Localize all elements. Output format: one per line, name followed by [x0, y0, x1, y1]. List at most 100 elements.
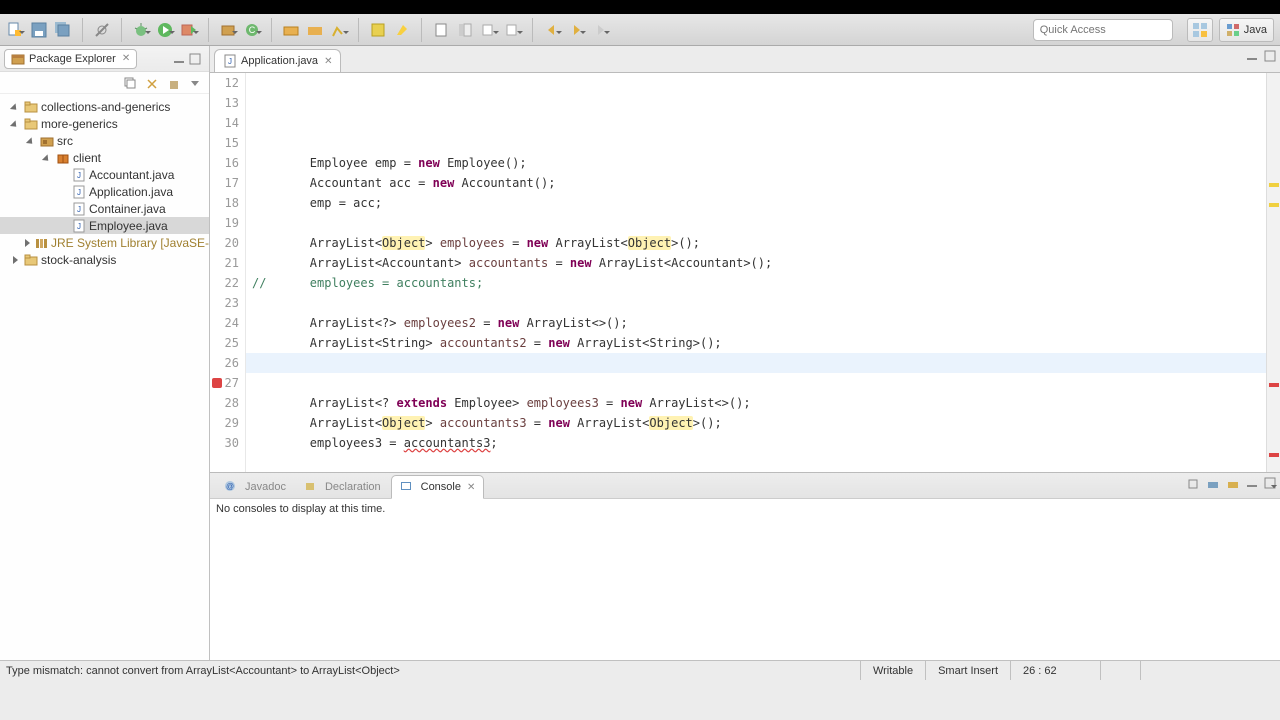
overview-mark[interactable] [1269, 383, 1279, 387]
tree-item[interactable]: more-generics [0, 115, 209, 132]
status-position: 26 : 62 [1010, 661, 1100, 680]
javadoc-icon: @ [224, 480, 238, 494]
filter-icon[interactable] [167, 76, 181, 90]
toggle-icon[interactable] [12, 119, 22, 129]
view-menu-icon[interactable] [189, 77, 201, 89]
code-line: Employee emp = new Employee(); [252, 153, 1280, 173]
status-bar: Type mismatch: cannot convert from Array… [0, 660, 1280, 680]
toolbar-separator [82, 18, 83, 42]
overview-ruler[interactable] [1266, 73, 1280, 472]
tree-item[interactable]: JRE System Library [JavaSE- [0, 234, 209, 251]
quick-access [1033, 19, 1173, 41]
view-controls [169, 53, 205, 65]
display-console-icon[interactable] [1206, 477, 1220, 491]
open-task-button[interactable] [306, 21, 324, 39]
code-area[interactable]: Employee emp = new Employee(); Accountan… [246, 73, 1280, 472]
maximize-icon[interactable] [189, 53, 201, 65]
minimize-icon[interactable] [173, 53, 185, 65]
minimize-icon[interactable] [1246, 477, 1258, 491]
tree-item-label: stock-analysis [41, 253, 116, 267]
nav-dropdown-2[interactable] [504, 21, 522, 39]
highlight-button[interactable] [393, 21, 411, 39]
maximize-icon[interactable] [1264, 477, 1276, 491]
toolbar-separator [358, 18, 359, 42]
line-number: 18 [210, 193, 239, 213]
pin-console-icon[interactable] [1186, 477, 1200, 491]
debug-button[interactable] [132, 21, 150, 39]
status-insert: Smart Insert [925, 661, 1010, 680]
toggle-breadcrumb-button[interactable] [456, 21, 474, 39]
status-branding [1140, 661, 1280, 680]
code-line [252, 213, 1280, 233]
overview-mark[interactable] [1269, 453, 1279, 457]
run-external-button[interactable] [180, 21, 198, 39]
code-line: ArrayList<?> employees2 = new ArrayList<… [252, 313, 1280, 333]
nav-dropdown-1[interactable] [480, 21, 498, 39]
line-number-gutter[interactable]: 12131415161718192021222324252627282930 [210, 73, 246, 472]
open-type-button[interactable] [282, 21, 300, 39]
bottom-tab-bar: @JavadocDeclarationConsole✕ [210, 473, 1280, 499]
editor-tab-application[interactable]: J Application.java ✕ [214, 49, 341, 72]
java-file-icon: J [223, 54, 237, 68]
link-editor-icon[interactable] [145, 76, 159, 90]
close-icon[interactable]: ✕ [467, 482, 475, 493]
project-tree[interactable]: collections-and-generics more-genericssrc… [0, 94, 209, 660]
tree-item[interactable]: JEmployee.java [0, 217, 209, 234]
run-button[interactable] [156, 21, 174, 39]
tree-item[interactable]: stock-analysis [0, 251, 209, 268]
new-button[interactable] [6, 21, 24, 39]
console-message: No consoles to display at this time. [216, 503, 385, 515]
tree-item[interactable]: collections-and-generics [0, 98, 209, 115]
save-all-button[interactable] [54, 21, 72, 39]
status-message: Type mismatch: cannot convert from Array… [0, 665, 860, 677]
package-explorer-header: Package Explorer ✕ [0, 46, 209, 72]
tree-item[interactable]: JContainer.java [0, 200, 209, 217]
line-number: 21 [210, 253, 239, 273]
tree-item[interactable]: src [0, 132, 209, 149]
code-line: emp = acc; [252, 193, 1280, 213]
new-package-button[interactable] [219, 21, 237, 39]
new-class-button[interactable]: C [243, 21, 261, 39]
quick-access-input[interactable] [1033, 19, 1173, 41]
tree-item-label: more-generics [41, 117, 118, 131]
open-console-icon[interactable] [1226, 477, 1240, 491]
line-number: 22 [210, 273, 239, 293]
search-button[interactable] [330, 21, 348, 39]
forward-button[interactable] [567, 21, 585, 39]
tree-item-label: Application.java [89, 185, 173, 199]
overview-mark[interactable] [1269, 203, 1279, 207]
close-icon[interactable]: ✕ [324, 56, 332, 67]
toggle-icon[interactable] [44, 153, 54, 163]
minimize-icon[interactable] [1246, 50, 1258, 62]
maximize-icon[interactable] [1264, 50, 1276, 62]
error-marker-icon[interactable] [212, 378, 222, 388]
skip-breakpoints-button[interactable] [93, 21, 111, 39]
toggle-tasks-button[interactable] [432, 21, 450, 39]
tree-item[interactable]: JApplication.java [0, 183, 209, 200]
toggle-icon[interactable] [28, 136, 38, 146]
bottom-tab-console[interactable]: Console✕ [391, 475, 485, 499]
toggle-icon[interactable] [12, 102, 22, 112]
bottom-tab-declaration[interactable]: Declaration [296, 476, 389, 498]
open-perspective-button[interactable] [1187, 18, 1213, 42]
collapse-all-icon[interactable] [123, 76, 137, 90]
close-icon[interactable]: ✕ [122, 53, 130, 64]
save-button[interactable] [30, 21, 48, 39]
jfile-icon: J [72, 219, 86, 233]
java-perspective-button[interactable]: Java [1219, 18, 1274, 42]
tree-item-label: JRE System Library [JavaSE- [51, 236, 209, 250]
package-explorer-tab[interactable]: Package Explorer ✕ [4, 49, 137, 69]
tree-item[interactable]: client [0, 149, 209, 166]
tree-item-label: Accountant.java [89, 168, 174, 182]
line-number: 24 [210, 313, 239, 333]
tree-item[interactable]: JAccountant.java [0, 166, 209, 183]
toggle-mark-button[interactable] [369, 21, 387, 39]
overview-mark[interactable] [1269, 183, 1279, 187]
svg-text:J: J [228, 57, 232, 66]
toggle-icon[interactable] [24, 238, 32, 248]
bottom-panel: @JavadocDeclarationConsole✕ No consoles … [210, 472, 1280, 660]
back-button[interactable] [543, 21, 561, 39]
toggle-icon[interactable] [12, 255, 22, 265]
bottom-tab-javadoc[interactable]: @Javadoc [216, 476, 294, 498]
code-line: ArrayList<? extends Employee> employees3… [252, 393, 1280, 413]
